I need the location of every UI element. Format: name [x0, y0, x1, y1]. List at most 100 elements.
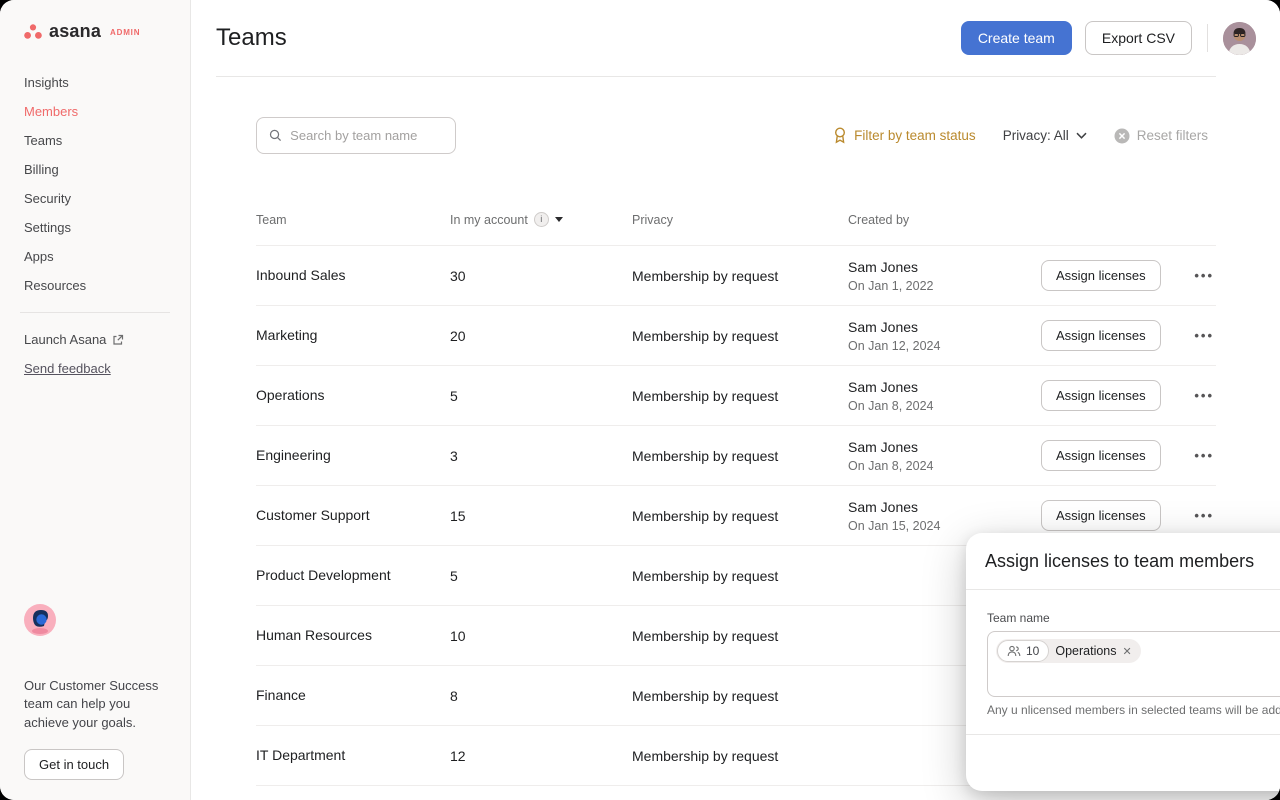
created-by-cell: Sam Jones On Jan 8, 2024: [848, 437, 1041, 475]
privacy-cell: Membership by request: [632, 268, 848, 284]
table-row: Inbound Sales 30 Membership by request S…: [256, 246, 1216, 306]
created-by-cell: Sam Jones On Jan 1, 2022: [848, 257, 1041, 295]
user-avatar[interactable]: [1223, 22, 1256, 55]
member-count-cell: 12: [450, 748, 632, 764]
modal-footer: Assign: [966, 734, 1280, 791]
filter-controls: Filter by team status Privacy: All Reset…: [833, 127, 1208, 144]
team-name-cell[interactable]: IT Department: [256, 745, 450, 766]
avatar-image: [1223, 22, 1256, 55]
privacy-cell: Membership by request: [632, 388, 848, 404]
team-name-cell[interactable]: Human Resources: [256, 625, 450, 646]
filter-toolbar: Filter by team status Privacy: All Reset…: [256, 117, 1208, 154]
modal-title: Assign licenses to team members: [985, 551, 1254, 572]
creator-name: Sam Jones: [848, 437, 1041, 457]
table-header-row: Team In my account i Privacy Created by: [256, 194, 1216, 246]
search-input[interactable]: [290, 128, 443, 143]
launch-asana-link[interactable]: Launch Asana: [0, 325, 190, 354]
member-count-cell: 5: [450, 568, 632, 584]
create-team-button[interactable]: Create team: [961, 21, 1072, 55]
row-overflow-menu-icon[interactable]: •••: [1194, 269, 1214, 282]
team-name-cell[interactable]: Inbound Sales: [256, 265, 450, 286]
sidebar-item-billing[interactable]: Billing: [0, 155, 190, 184]
created-date: On Jan 12, 2024: [848, 337, 1041, 355]
people-icon: [1007, 645, 1021, 657]
row-overflow-menu-icon[interactable]: •••: [1194, 329, 1214, 342]
brand-logo: asana ADMIN: [0, 0, 190, 40]
external-link-icon: [112, 334, 124, 346]
assign-licenses-button[interactable]: Assign licenses: [1041, 320, 1161, 351]
created-date: On Jan 8, 2024: [848, 457, 1041, 475]
privacy-cell: Membership by request: [632, 688, 848, 704]
created-by-cell: Sam Jones On Jan 15, 2024: [848, 497, 1041, 535]
page-title: Teams: [216, 24, 287, 52]
export-csv-button[interactable]: Export CSV: [1085, 21, 1192, 55]
badge-icon: [833, 127, 847, 144]
assign-licenses-modal: Assign licenses to team members ✕ Team n…: [966, 533, 1280, 791]
row-overflow-menu-icon[interactable]: •••: [1194, 449, 1214, 462]
member-count-cell: 3: [450, 448, 632, 464]
member-count-cell: 20: [450, 328, 632, 344]
team-search-box[interactable]: [256, 117, 456, 154]
team-name-cell[interactable]: Marketing: [256, 325, 450, 346]
privacy-cell: Membership by request: [632, 628, 848, 644]
assign-licenses-button[interactable]: Assign licenses: [1041, 260, 1161, 291]
customer-success-icon: [24, 604, 56, 636]
sidebar-item-security[interactable]: Security: [0, 184, 190, 213]
reset-filters-button[interactable]: Reset filters: [1114, 128, 1208, 144]
column-header-created-by[interactable]: Created by: [848, 213, 1041, 227]
column-header-in-my-account[interactable]: In my account i: [450, 212, 632, 227]
promo-text: Our Customer Success team can help you a…: [24, 677, 170, 733]
get-in-touch-button[interactable]: Get in touch: [24, 749, 124, 780]
privacy-cell: Membership by request: [632, 328, 848, 344]
sidebar-item-resources[interactable]: Resources: [0, 271, 190, 300]
table-row: Engineering 3 Membership by request Sam …: [256, 426, 1216, 486]
team-name-cell[interactable]: Engineering: [256, 445, 450, 466]
chevron-down-icon: [1076, 132, 1087, 139]
sidebar-item-members[interactable]: Members: [0, 97, 190, 126]
privacy-cell: Membership by request: [632, 448, 848, 464]
brand-admin-badge: ADMIN: [110, 25, 140, 37]
sidebar-nav: Insights Members Teams Billing Security …: [0, 68, 190, 300]
sidebar: asana ADMIN Insights Members Teams Billi…: [0, 0, 191, 800]
assign-licenses-button[interactable]: Assign licenses: [1041, 380, 1161, 411]
sort-caret-icon[interactable]: [555, 217, 563, 222]
table-row: Marketing 20 Membership by request Sam J…: [256, 306, 1216, 366]
member-count-pill: 10: [997, 640, 1049, 662]
clear-circle-icon: [1114, 128, 1130, 144]
sidebar-item-insights[interactable]: Insights: [0, 68, 190, 97]
row-overflow-menu-icon[interactable]: •••: [1194, 509, 1214, 522]
assign-licenses-button[interactable]: Assign licenses: [1041, 440, 1161, 471]
modal-header: Assign licenses to team members ✕: [966, 533, 1280, 589]
created-date: On Jan 8, 2024: [848, 397, 1041, 415]
sidebar-divider: [20, 312, 170, 313]
creator-name: Sam Jones: [848, 497, 1041, 517]
modal-body: Team name 10 Operations: [966, 590, 1280, 734]
send-feedback-link[interactable]: Send feedback: [0, 354, 190, 383]
row-overflow-menu-icon[interactable]: •••: [1194, 389, 1214, 402]
team-name-cell[interactable]: Product Development: [256, 565, 450, 586]
member-count-cell: 10: [450, 628, 632, 644]
column-header-team[interactable]: Team: [256, 213, 450, 227]
sidebar-item-apps[interactable]: Apps: [0, 242, 190, 271]
team-name-input[interactable]: 10 Operations ✕: [987, 631, 1280, 697]
billing-helper-text: Any u nlicensed members in selected team…: [987, 703, 1280, 717]
member-count-cell: 30: [450, 268, 632, 284]
team-name-cell[interactable]: Customer Support: [256, 505, 450, 526]
team-name-cell[interactable]: Finance: [256, 685, 450, 706]
privacy-cell: Membership by request: [632, 508, 848, 524]
assign-licenses-button[interactable]: Assign licenses: [1041, 500, 1161, 531]
customer-success-promo: Our Customer Success team can help you a…: [0, 604, 190, 800]
sidebar-item-teams[interactable]: Teams: [0, 126, 190, 155]
created-by-cell: Sam Jones On Jan 12, 2024: [848, 317, 1041, 355]
admin-console-window: asana ADMIN Insights Members Teams Billi…: [0, 0, 1280, 800]
info-icon[interactable]: i: [534, 212, 549, 227]
privacy-filter-dropdown[interactable]: Privacy: All: [1003, 128, 1087, 143]
selected-team-chip: 10 Operations ✕: [996, 639, 1141, 663]
column-header-privacy[interactable]: Privacy: [632, 213, 848, 227]
filter-by-team-status-button[interactable]: Filter by team status: [833, 127, 976, 144]
sidebar-item-settings[interactable]: Settings: [0, 213, 190, 242]
team-name-cell[interactable]: Operations: [256, 385, 450, 406]
created-by-cell: Sam Jones On Jan 8, 2024: [848, 377, 1041, 415]
chip-remove-icon[interactable]: ✕: [1123, 645, 1132, 658]
member-count-cell: 15: [450, 508, 632, 524]
